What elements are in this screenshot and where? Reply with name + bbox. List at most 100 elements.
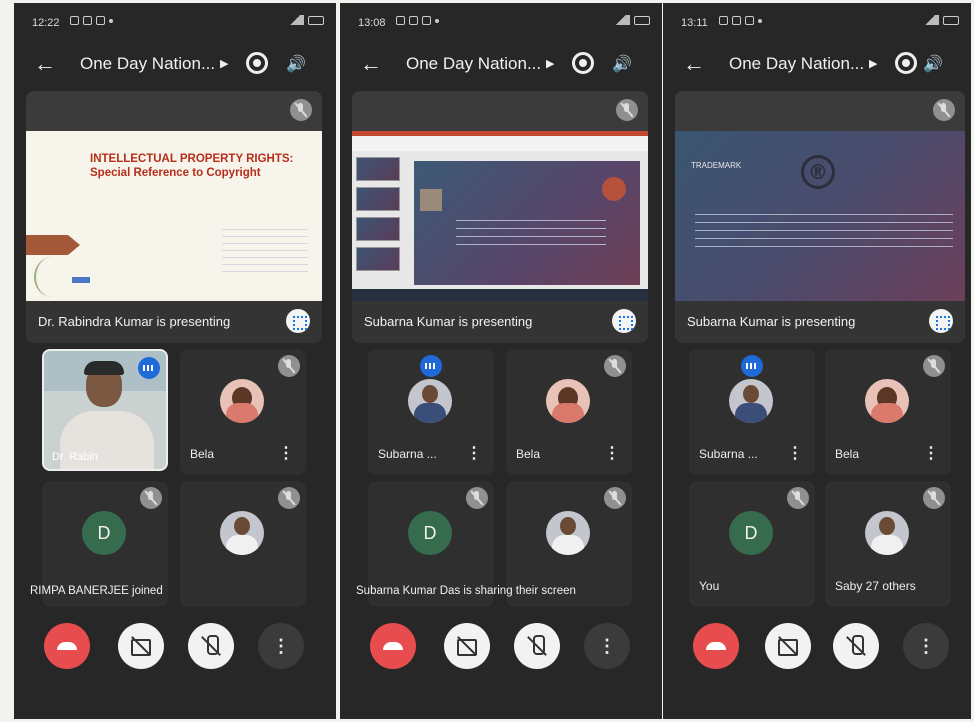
speaking-indicator-icon — [138, 357, 160, 379]
participant-tile-subarna[interactable]: Subarna ... ⋮ — [689, 349, 815, 475]
more-options-button[interactable]: ⋮ — [903, 623, 949, 669]
participant-tile-you[interactable]: D You — [689, 481, 815, 607]
camera-off-button[interactable] — [444, 623, 490, 669]
back-arrow-icon[interactable]: ← — [360, 51, 382, 77]
more-options-icon[interactable]: ⋮ — [466, 443, 482, 463]
switch-camera-icon[interactable] — [895, 52, 917, 74]
mic-off-icon — [140, 487, 162, 509]
notification-icons — [719, 16, 762, 25]
participant-name: Bela — [516, 447, 541, 461]
avatar — [220, 379, 264, 423]
avatar — [546, 379, 590, 423]
others-count-label: Saby 27 others — [835, 579, 916, 593]
meet-screen-1: 12:22 ← One Day Nation... ▶ 🔊 INTELLECTU… — [14, 3, 336, 719]
back-arrow-icon[interactable]: ← — [34, 51, 56, 77]
avatar — [408, 379, 452, 423]
caret-right-icon[interactable]: ▶ — [869, 57, 877, 70]
back-arrow-icon[interactable]: ← — [683, 51, 705, 77]
status-bar: 13:11 — [663, 3, 971, 43]
participant-name: Bela — [190, 447, 215, 461]
call-controls: ⋮ — [14, 623, 336, 673]
avatar: D — [408, 511, 452, 555]
mic-off-icon — [278, 355, 300, 377]
switch-camera-icon[interactable] — [246, 52, 268, 74]
end-call-button[interactable] — [44, 623, 90, 669]
speaking-indicator-icon — [420, 355, 442, 377]
end-call-button[interactable] — [693, 623, 739, 669]
presenting-label: Subarna Kumar is presenting — [687, 314, 856, 329]
notification-icons — [396, 16, 439, 25]
speaker-icon[interactable]: 🔊 — [923, 54, 943, 74]
more-options-icon[interactable]: ⋮ — [923, 443, 939, 463]
mic-off-button[interactable] — [188, 623, 234, 669]
caret-right-icon[interactable]: ▶ — [220, 57, 228, 70]
mic-off-button[interactable] — [514, 623, 560, 669]
presenting-bar: Dr. Rabindra Kumar is presenting — [26, 301, 322, 343]
participant-tile-bela[interactable]: Bela ⋮ — [180, 349, 306, 475]
avatar — [546, 511, 590, 555]
switch-camera-icon[interactable] — [572, 52, 594, 74]
more-options-button[interactable]: ⋮ — [258, 623, 304, 669]
participant-video-tile[interactable]: Dr. Rabin — [42, 349, 168, 471]
slide-leaf-graphic — [34, 257, 70, 297]
mic-off-button[interactable] — [833, 623, 879, 669]
camera-off-button[interactable] — [765, 623, 811, 669]
screen-share-notification: Subarna Kumar Das is sharing their scree… — [356, 585, 576, 597]
fullscreen-icon[interactable] — [929, 309, 953, 333]
fullscreen-icon[interactable] — [286, 309, 310, 333]
camera-off-button[interactable] — [118, 623, 164, 669]
caret-right-icon[interactable]: ▶ — [546, 57, 554, 70]
speaker-icon[interactable]: 🔊 — [612, 54, 632, 74]
battery-icon — [308, 15, 324, 25]
status-time: 13:08 — [358, 17, 386, 29]
end-call-button[interactable] — [370, 623, 416, 669]
signal-icon — [286, 15, 304, 25]
mic-off-icon — [278, 487, 300, 509]
meeting-title[interactable]: One Day Nation... — [729, 54, 864, 74]
more-options-icon[interactable]: ⋮ — [278, 443, 294, 463]
presentation-tile[interactable]: Subarna Kumar is presenting — [352, 91, 648, 343]
status-time: 13:11 — [681, 17, 708, 29]
speaker-icon[interactable]: 🔊 — [286, 54, 306, 74]
status-bar: 13:08 — [340, 3, 662, 43]
more-options-icon[interactable]: ⋮ — [604, 443, 620, 463]
participant-name: Subarna ... — [699, 447, 758, 461]
slide-body-text — [695, 207, 953, 247]
participant-tile[interactable] — [180, 481, 306, 607]
participant-tile-bela[interactable]: Bela ⋮ — [506, 349, 632, 475]
mic-off-icon — [466, 487, 488, 509]
presenting-label: Dr. Rabindra Kumar is presenting — [38, 314, 231, 329]
participant-name: Bela — [835, 447, 860, 461]
presenting-bar: Subarna Kumar is presenting — [352, 301, 648, 343]
more-options-icon[interactable]: ⋮ — [787, 443, 803, 463]
shared-slide: TRADEMARK ® — [675, 131, 965, 301]
presentation-tile[interactable]: INTELLECTUAL PROPERTY RIGHTS: Special Re… — [26, 91, 322, 343]
slide-arrow-graphic — [26, 235, 80, 255]
participant-name: Subarna ... — [378, 447, 437, 461]
avatar — [220, 511, 264, 555]
mic-off-icon — [616, 99, 638, 121]
presentation-tile[interactable]: TRADEMARK ® Subarna Kumar is presenting — [675, 91, 965, 343]
slide-text-lines — [222, 223, 308, 273]
notification-icons — [70, 16, 113, 25]
avatar — [865, 511, 909, 555]
system-icons — [612, 15, 650, 25]
ppt-ribbon — [352, 131, 648, 151]
avatar: D — [82, 511, 126, 555]
status-bar: 12:22 — [14, 3, 336, 43]
meeting-title[interactable]: One Day Nation... — [80, 54, 215, 74]
meeting-title[interactable]: One Day Nation... — [406, 54, 541, 74]
fullscreen-icon[interactable] — [612, 309, 636, 333]
participant-name: Dr. Rabin — [52, 451, 98, 463]
status-time: 12:22 — [32, 17, 60, 29]
more-options-button[interactable]: ⋮ — [584, 623, 630, 669]
participant-tile-others[interactable]: Saby 27 others — [825, 481, 951, 607]
speaking-indicator-icon — [741, 355, 763, 377]
slide-blue-mark — [72, 277, 90, 283]
windows-taskbar — [352, 289, 648, 301]
mic-off-icon — [923, 487, 945, 509]
participant-tile-bela[interactable]: Bela ⋮ — [825, 349, 951, 475]
slide-title: INTELLECTUAL PROPERTY RIGHTS: Special Re… — [90, 153, 294, 179]
participant-tile-subarna[interactable]: Subarna ... ⋮ — [368, 349, 494, 475]
slide-thumbnails — [356, 157, 402, 277]
